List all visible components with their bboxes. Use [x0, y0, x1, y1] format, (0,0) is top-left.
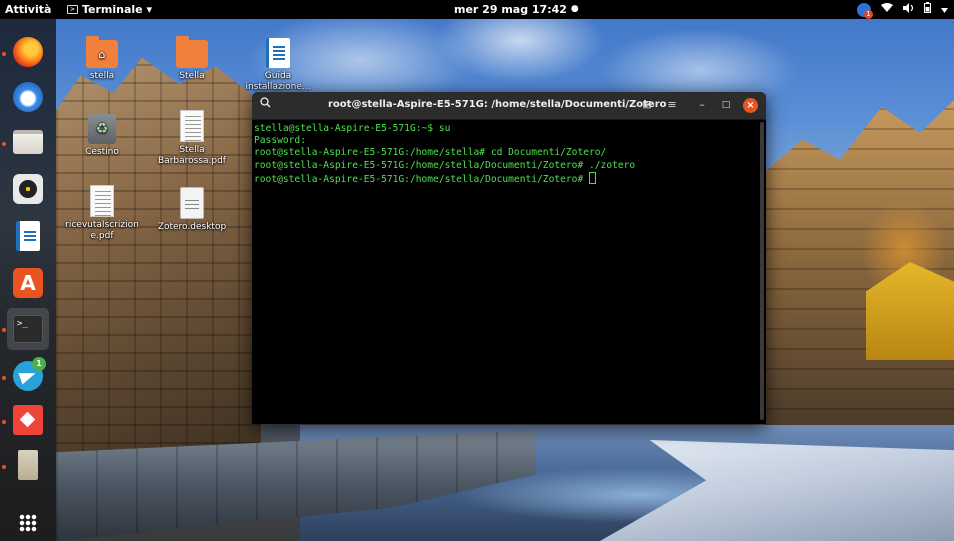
desktop-icon-label: Cestino: [85, 147, 119, 157]
desktop-icon-label: Zotero.desktop: [157, 222, 227, 232]
dock-thunderbird[interactable]: [10, 79, 46, 115]
files-icon: [13, 130, 43, 154]
terminal-icon: >: [67, 5, 78, 14]
search-icon[interactable]: [260, 97, 271, 111]
desktop-icon-zotero-desktop[interactable]: Zotero.desktop: [152, 187, 232, 233]
software-update-icon[interactable]: 1: [857, 2, 873, 19]
clock-button[interactable]: mer 29 mag 17:42 ●: [454, 3, 579, 16]
running-indicator: [2, 420, 6, 424]
desktop-icon-label: Guida installazione...: [245, 71, 311, 92]
activities-button[interactable]: Attività: [5, 3, 51, 16]
terminal-line: stella@stella-Aspire-E5-571G:~$ su: [254, 123, 451, 134]
wallpaper-building-left: [56, 57, 261, 480]
dock-terminal[interactable]: >_: [7, 308, 49, 350]
zotero-icon: [18, 450, 38, 480]
close-icon[interactable]: ×: [743, 98, 758, 113]
home-folder-icon: ⌂: [86, 36, 118, 68]
dock-rhythmbox[interactable]: [10, 171, 46, 207]
terminal-output[interactable]: stella@stella-Aspire-E5-571G:~$ su Passwo…: [254, 123, 754, 421]
app-menu-label: Terminale ▾: [82, 3, 152, 16]
folder-icon: [176, 36, 208, 68]
desktop-icon-label: stella: [89, 71, 115, 81]
app-menu-button[interactable]: > Terminale ▾: [67, 3, 152, 16]
desktop-icon-home[interactable]: ⌂ stella: [62, 36, 142, 82]
desktop-icon-pdf-stella[interactable]: Stella Barbarossa.pdf: [152, 110, 232, 167]
firefox-icon: [13, 37, 43, 67]
wifi-icon[interactable]: [881, 1, 893, 18]
chevron-down-icon[interactable]: [941, 1, 948, 18]
volume-icon[interactable]: [903, 1, 914, 18]
document-icon: [266, 38, 290, 68]
dock-software[interactable]: A: [10, 265, 46, 301]
desktop-icon-stella-folder[interactable]: Stella: [152, 36, 232, 82]
rhythmbox-icon: [13, 174, 43, 204]
hamburger-menu-icon[interactable]: ≡: [665, 98, 679, 112]
terminal-line: Password:: [254, 135, 306, 147]
terminal-line: root@stella-Aspire-E5-571G:/home/stella#…: [254, 147, 607, 159]
dock-firefox[interactable]: [10, 34, 46, 70]
clock-label: mer 29 mag 17:42: [454, 3, 567, 16]
telegram-icon: 1: [13, 357, 46, 391]
running-indicator: [2, 376, 6, 380]
app-grid-icon: [19, 514, 37, 532]
running-indicator: [2, 52, 6, 56]
anydesk-icon: [13, 405, 43, 435]
dock: A >_ 1: [0, 19, 56, 541]
writer-icon: [16, 221, 40, 251]
system-tray[interactable]: 1: [857, 1, 948, 19]
desktop-icon-guida[interactable]: Guida installazione...: [238, 38, 318, 93]
running-indicator: [2, 465, 6, 469]
pdf-file-icon: [90, 185, 114, 217]
desktop-icon-label: Stella: [179, 71, 205, 81]
running-indicator: [2, 328, 6, 332]
notification-dot-icon: ●: [570, 4, 579, 14]
dock-files[interactable]: [10, 124, 46, 160]
top-bar: Attività > Terminale ▾ mer 29 mag 17:42 …: [0, 0, 954, 19]
desktop-file-icon: [180, 187, 204, 219]
dock-telegram[interactable]: 1: [10, 357, 46, 394]
terminal-prompt-line: root@stella-Aspire-E5-571G:/home/stella/…: [254, 173, 590, 185]
terminal-window[interactable]: root@stella-Aspire-E5-571G: /home/stella…: [252, 92, 766, 424]
new-tab-icon[interactable]: ⊞: [640, 98, 654, 112]
dock-anydesk[interactable]: [10, 402, 46, 438]
desktop-icon-label: Stella Barbarossa.pdf: [158, 145, 226, 166]
wallpaper-building-right: [764, 100, 954, 430]
thunderbird-icon: [13, 82, 43, 112]
running-indicator: [2, 142, 6, 146]
maximize-icon[interactable]: □: [719, 98, 733, 112]
update-count-badge: 1: [864, 9, 873, 19]
dock-writer[interactable]: [10, 218, 46, 254]
desktop-icon-trash[interactable]: ♻ Cestino: [62, 114, 142, 158]
desktop-icon-pdf-ricevuta[interactable]: ricevutaIscrizione.pdf: [62, 185, 142, 242]
terminal-titlebar[interactable]: root@stella-Aspire-E5-571G: /home/stella…: [252, 92, 766, 120]
terminal-icon: >_: [13, 315, 43, 343]
pdf-file-icon: [180, 110, 204, 142]
show-applications-button[interactable]: [10, 505, 46, 541]
minimize-icon[interactable]: –: [695, 98, 709, 112]
dock-zotero[interactable]: [10, 447, 46, 483]
ubuntu-software-icon: A: [13, 268, 43, 298]
terminal-title: root@stella-Aspire-E5-571G: /home/stella…: [328, 99, 667, 110]
trash-icon: ♻: [88, 114, 116, 144]
terminal-scrollbar[interactable]: [760, 122, 764, 420]
desktop-icon-label: ricevutaIscrizione.pdf: [65, 220, 139, 241]
text-cursor: [589, 171, 597, 184]
battery-icon[interactable]: [924, 1, 931, 18]
terminal-line: root@stella-Aspire-E5-571G:/home/stella/…: [254, 159, 636, 171]
telegram-badge: 1: [32, 357, 46, 371]
